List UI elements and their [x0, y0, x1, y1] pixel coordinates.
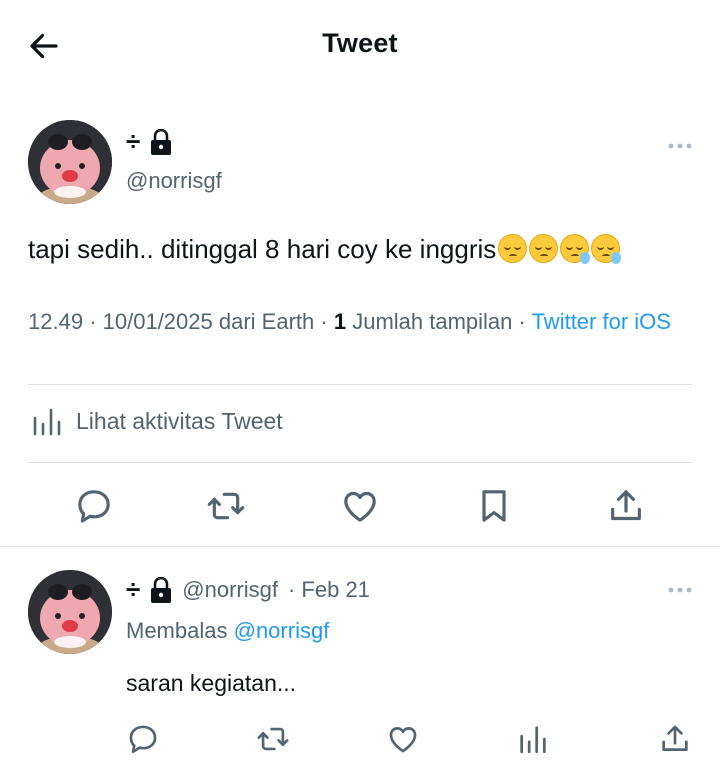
tweet-time: 12.49: [28, 309, 84, 334]
reply-header[interactable]: ÷ @norrisgf · Feb 21: [126, 574, 370, 605]
pensive-face-icon: [529, 234, 559, 263]
user-handle: @norrisgf: [182, 576, 278, 602]
bookmark-icon[interactable]: [474, 486, 514, 526]
display-name-text: ÷: [126, 126, 141, 156]
sleepy-face-icon: [591, 234, 622, 264]
tweet-date: 10/01/2025: [102, 309, 213, 334]
sleepy-face-icon: [560, 234, 591, 264]
display-name[interactable]: ÷: [126, 126, 172, 157]
user-handle[interactable]: @norrisgf: [126, 168, 222, 194]
view-activity-label: Lihat aktivitas Tweet: [76, 407, 283, 434]
reply-icon[interactable]: [74, 486, 114, 526]
share-icon[interactable]: [606, 486, 646, 526]
retweet-icon[interactable]: [256, 722, 290, 756]
view-activity-link[interactable]: Lihat aktivitas Tweet: [30, 404, 283, 438]
share-icon[interactable]: [658, 722, 692, 756]
section-divider: [0, 546, 720, 547]
more-options-icon[interactable]: [666, 140, 694, 152]
tweet-location: dari Earth: [218, 309, 315, 334]
replying-to-handle[interactable]: @norrisgf: [234, 618, 330, 643]
views-label: Jumlah tampilan: [352, 309, 513, 334]
tweet-text-content: tapi sedih.. ditinggal 8 hari coy ke ing…: [28, 234, 497, 264]
pensive-face-icon: [498, 234, 528, 263]
more-options-icon[interactable]: [666, 584, 694, 596]
divider: [28, 462, 692, 463]
views-icon[interactable]: [516, 722, 550, 756]
like-icon[interactable]: [386, 722, 420, 756]
views-count: 1: [333, 309, 347, 334]
analytics-icon: [33, 408, 61, 436]
reply-text: saran kegiatan...: [126, 670, 297, 696]
like-icon[interactable]: [340, 486, 380, 526]
reply-icon[interactable]: [126, 722, 160, 756]
avatar[interactable]: [28, 570, 112, 654]
avatar[interactable]: [28, 120, 112, 204]
retweet-icon[interactable]: [206, 486, 246, 526]
replying-to: Membalas @norrisgf: [126, 618, 330, 643]
page-title: Tweet: [322, 28, 398, 58]
lock-icon: [151, 576, 172, 603]
display-name: ÷: [126, 574, 172, 605]
divider: [28, 384, 692, 385]
tweet-text: tapi sedih.. ditinggal 8 hari coy ke ing…: [28, 232, 622, 266]
lock-icon: [151, 128, 172, 155]
tweet-meta: 12.49 · 10/01/2025 dari Earth · 1 Jumlah…: [28, 309, 671, 334]
client-link[interactable]: Twitter for iOS: [532, 309, 671, 334]
reply-date: · Feb 21: [287, 576, 370, 602]
